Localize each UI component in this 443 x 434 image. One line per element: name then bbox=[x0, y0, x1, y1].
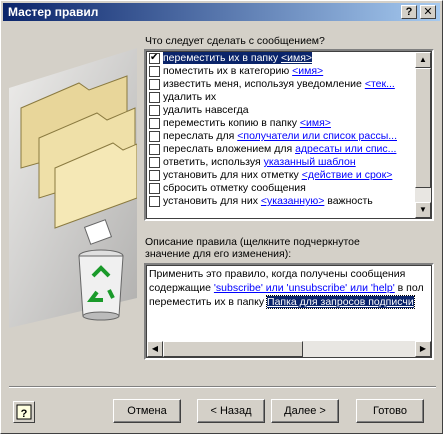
description-line-3: переместить их в папку Папка для запросо… bbox=[149, 295, 431, 309]
finish-button[interactable]: Готово bbox=[356, 399, 424, 423]
action-text: установить для них <указанную> важность bbox=[163, 195, 373, 207]
description-line-3-prefix: переместить их в папку bbox=[149, 296, 268, 308]
action-checkbox[interactable] bbox=[149, 131, 160, 142]
action-checkbox[interactable] bbox=[149, 157, 160, 168]
next-button[interactable]: Далее > bbox=[271, 399, 339, 423]
action-text: удалить их bbox=[163, 91, 216, 103]
action-item[interactable]: переслать вложением для адресаты или спи… bbox=[147, 143, 418, 156]
action-item[interactable]: поместить их в категорию <имя> bbox=[147, 65, 418, 78]
action-checkbox[interactable] bbox=[149, 105, 160, 116]
description-label-line1: Описание правила (щелкните подчеркнутое bbox=[145, 236, 360, 248]
action-item[interactable]: удалить навсегда bbox=[147, 104, 418, 117]
action-text-prefix: установить для них отметку bbox=[163, 169, 302, 181]
action-text-prefix: удалить их bbox=[163, 91, 217, 103]
action-text-prefix: переместить их в папку bbox=[163, 52, 282, 64]
action-text: поместить их в категорию <имя> bbox=[163, 65, 323, 77]
action-link[interactable]: <получатели или список рассы... bbox=[237, 130, 397, 142]
recycle-bin-icon bbox=[78, 249, 124, 321]
action-link[interactable]: <имя> bbox=[300, 117, 331, 129]
description-line-2: содержащие 'subscribe' или 'unsubscribe'… bbox=[149, 281, 431, 295]
action-link[interactable]: адресаты или спис... bbox=[295, 143, 396, 155]
action-text: ответить, используя указанный шаблон bbox=[163, 156, 356, 168]
rules-wizard-window: Мастер правил ? ✕ Что следует сделать с … bbox=[0, 0, 443, 434]
title-close-button[interactable]: ✕ bbox=[420, 5, 436, 19]
window-title: Мастер правил bbox=[8, 5, 99, 19]
wizard-illustration bbox=[9, 28, 137, 368]
cancel-button[interactable]: Отмена bbox=[113, 399, 181, 423]
action-item[interactable]: известить меня, используя уведомление <т… bbox=[147, 78, 418, 91]
action-link[interactable]: <имя> bbox=[292, 65, 323, 77]
description-line-2-suffix: в пол bbox=[394, 282, 424, 294]
help-button[interactable]: ? bbox=[13, 401, 35, 423]
action-text-suffix: важность bbox=[324, 195, 373, 207]
action-text: удалить навсегда bbox=[163, 104, 249, 116]
action-text: установить для них отметку <действие и с… bbox=[163, 169, 392, 181]
back-button[interactable]: < Назад bbox=[197, 399, 265, 423]
action-checkbox[interactable] bbox=[149, 66, 160, 77]
action-link[interactable]: <действие и срок> bbox=[302, 169, 393, 181]
action-text-prefix: установить для них bbox=[163, 195, 261, 207]
action-item[interactable]: переслать для <получатели или список рас… bbox=[147, 130, 418, 143]
keywords-link[interactable]: 'subscribe' или 'unsubscribe' или 'help' bbox=[214, 282, 395, 294]
action-text-prefix: удалить навсегда bbox=[163, 104, 249, 116]
target-folder-link[interactable]: Папка для запросов подписчи bbox=[266, 295, 415, 309]
title-bar: Мастер правил ? ✕ bbox=[3, 3, 440, 21]
scroll-right-button[interactable]: ▶ bbox=[415, 341, 431, 357]
action-checkbox[interactable] bbox=[149, 170, 160, 181]
action-item[interactable]: переместить копию в папку <имя> bbox=[147, 117, 418, 130]
action-link[interactable]: <указанную> bbox=[261, 195, 324, 207]
action-text: известить меня, используя уведомление <т… bbox=[163, 78, 395, 90]
action-item[interactable]: ответить, используя указанный шаблон bbox=[147, 156, 418, 169]
action-text: переместить их в папку <имя> bbox=[163, 52, 313, 64]
action-item[interactable]: установить для них отметку <действие и с… bbox=[147, 169, 418, 182]
action-text: переслать для <получатели или список рас… bbox=[163, 130, 397, 142]
action-text-prefix: известить меня, используя уведомление bbox=[163, 78, 365, 90]
svg-text:?: ? bbox=[21, 408, 28, 420]
action-checkbox[interactable] bbox=[149, 196, 160, 207]
action-item[interactable]: сбросить отметку сообщения bbox=[147, 182, 418, 195]
help-icon: ? bbox=[16, 404, 32, 420]
action-checkbox[interactable] bbox=[149, 183, 160, 194]
footer-separator bbox=[9, 386, 436, 388]
description-line-2-prefix: содержащие bbox=[149, 282, 214, 294]
action-text: переслать вложением для адресаты или спи… bbox=[163, 143, 396, 155]
action-link[interactable]: указанный шаблон bbox=[264, 156, 356, 168]
action-text-prefix: переслать вложением для bbox=[163, 143, 296, 155]
action-link[interactable]: <имя> bbox=[281, 52, 312, 64]
conditions-prompt: Что следует сделать с сообщением? bbox=[145, 35, 325, 47]
actions-list-scrollbar[interactable]: ▲ ▼ bbox=[415, 52, 431, 218]
description-hscrollbar[interactable]: ◀ ▶ bbox=[147, 341, 431, 357]
action-checkbox[interactable] bbox=[149, 52, 160, 64]
actions-list[interactable]: переместить их в папку <имя>поместить их… bbox=[144, 49, 434, 221]
title-help-button[interactable]: ? bbox=[401, 5, 417, 19]
description-label-line2: значение для его изменения): bbox=[145, 248, 292, 260]
description-line-1: Применить это правило, когда получены со… bbox=[149, 268, 406, 280]
action-text-prefix: переместить копию в папку bbox=[163, 117, 300, 129]
action-text-prefix: переслать для bbox=[163, 130, 238, 142]
action-item[interactable]: установить для них <указанную> важность bbox=[147, 195, 418, 208]
action-link[interactable]: <тек... bbox=[365, 78, 395, 90]
action-text-prefix: ответить, используя bbox=[163, 156, 264, 168]
action-checkbox[interactable] bbox=[149, 118, 160, 129]
scroll-thumb[interactable] bbox=[415, 68, 431, 188]
action-text: сбросить отметку сообщения bbox=[163, 182, 306, 194]
action-text: переместить копию в папку <имя> bbox=[163, 117, 331, 129]
action-item[interactable]: удалить их bbox=[147, 91, 418, 104]
action-checkbox[interactable] bbox=[149, 79, 160, 90]
rule-description-box[interactable]: Применить это правило, когда получены со… bbox=[144, 263, 434, 360]
action-item[interactable]: переместить их в папку <имя> bbox=[147, 52, 418, 65]
scroll-down-button[interactable]: ▼ bbox=[415, 202, 431, 218]
action-checkbox[interactable] bbox=[149, 144, 160, 155]
hscroll-thumb[interactable] bbox=[163, 341, 303, 357]
scroll-up-button[interactable]: ▲ bbox=[415, 52, 431, 68]
action-checkbox[interactable] bbox=[149, 92, 160, 103]
action-text-prefix: поместить их в категорию bbox=[163, 65, 293, 77]
action-text-prefix: сбросить отметку сообщения bbox=[163, 182, 306, 194]
scroll-left-button[interactable]: ◀ bbox=[147, 341, 163, 357]
actions-list-items: переместить их в папку <имя>поместить их… bbox=[147, 52, 418, 220]
